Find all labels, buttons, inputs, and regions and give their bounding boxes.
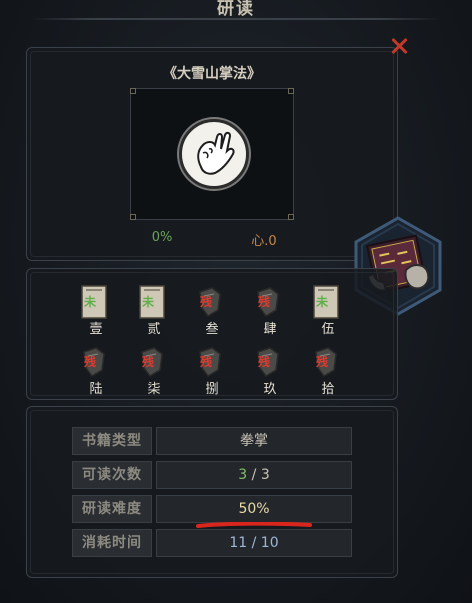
frame-corner: [288, 88, 294, 94]
page-slot-4[interactable]: 残 肆: [250, 284, 290, 337]
page-slot-6[interactable]: 残 陆: [76, 344, 116, 397]
reads-label: 可读次数: [72, 461, 152, 489]
page-number: 叁: [205, 322, 219, 337]
page-status: 未: [142, 295, 155, 309]
study-progress: 0%: [151, 230, 173, 245]
frame-corner: [130, 214, 136, 220]
difficulty-label: 研读难度: [72, 495, 152, 523]
page-status: 残: [142, 355, 155, 369]
difficulty-value: 50%: [156, 495, 352, 523]
page-slot-5[interactable]: 未 伍: [308, 284, 348, 337]
page-slot-1[interactable]: 未 壹: [76, 284, 116, 337]
page-number: 肆: [263, 322, 277, 337]
technique-art-frame: [130, 88, 294, 220]
book-title: 《大雪山掌法》: [163, 66, 261, 82]
palm-technique-icon: [179, 119, 249, 189]
heart-value: 心.0: [251, 234, 277, 249]
page-status: 残: [258, 355, 271, 369]
time-cost-value: 11 / 10: [156, 529, 352, 557]
red-underline-mark: [196, 522, 312, 528]
frame-corner: [288, 214, 294, 220]
reads-total: 3: [260, 467, 270, 483]
page-status: 残: [200, 295, 213, 309]
page-slot-3[interactable]: 残 叁: [192, 284, 232, 337]
page-status: 残: [200, 355, 213, 369]
book-type-label: 书籍类型: [72, 427, 152, 455]
page-status: 残: [84, 355, 97, 369]
close-button[interactable]: [388, 35, 410, 57]
reads-value: 3 / 3: [156, 461, 352, 489]
page-number: 捌: [205, 382, 219, 397]
page-slot-10[interactable]: 残 拾: [308, 344, 348, 397]
page-number: 伍: [321, 322, 335, 337]
page-status: 未: [84, 295, 97, 309]
page-status: 残: [258, 295, 271, 309]
book-type-value: 拳掌: [156, 427, 352, 455]
time-cost-label: 消耗时间: [72, 529, 152, 557]
page-number: 玖: [263, 382, 277, 397]
page-slot-2[interactable]: 未 贰: [134, 284, 174, 337]
reads-separator: /: [247, 467, 261, 483]
page-number: 贰: [147, 322, 161, 337]
frame-corner: [130, 88, 136, 94]
header-divider: [30, 18, 442, 20]
page-number: 陆: [89, 382, 103, 397]
page-status: 残: [316, 355, 329, 369]
page-number: 拾: [321, 382, 335, 397]
page-number: 壹: [89, 322, 103, 337]
reads-current: 3: [238, 467, 248, 483]
page-number: 柒: [147, 382, 161, 397]
page-slot-8[interactable]: 残 捌: [192, 344, 232, 397]
page-slot-7[interactable]: 残 柒: [134, 344, 174, 397]
page-slot-9[interactable]: 残 玖: [250, 344, 290, 397]
page-title: 研读: [217, 0, 255, 19]
page-status: 未: [316, 295, 329, 309]
